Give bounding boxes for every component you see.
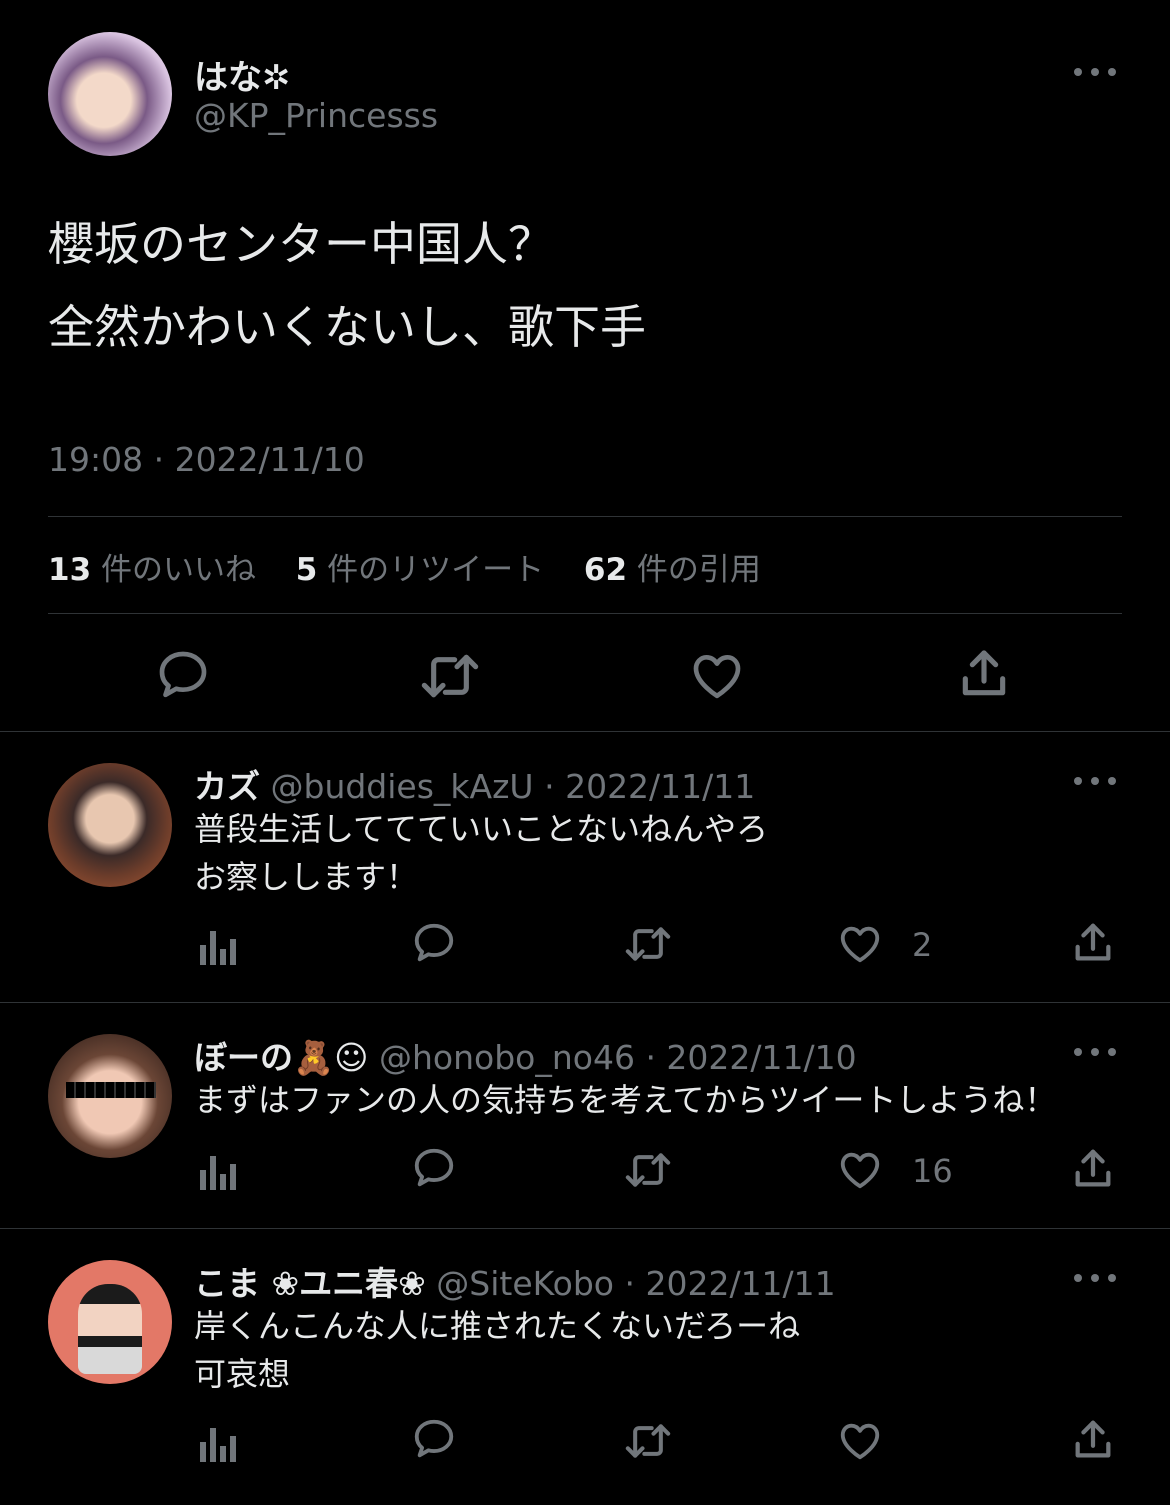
main-more-icon[interactable] bbox=[1074, 66, 1116, 78]
reply-display-name[interactable]: ぼーの🧸☺ bbox=[194, 1038, 369, 1077]
main-like-icon[interactable] bbox=[688, 648, 746, 704]
reply-text: まずはファンの人の気持ちを考えてからツイートしようね！ bbox=[194, 1081, 1057, 1119]
main-timestamp[interactable]: 19:08 · 2022/11/10 bbox=[48, 440, 365, 479]
reply-date[interactable]: · 2022/11/11 bbox=[544, 767, 755, 806]
stats-row: 13 件のいいね 5 件のリツイート 62 件の引用 bbox=[48, 544, 761, 589]
share-icon[interactable] bbox=[1070, 1417, 1116, 1463]
main-display-name[interactable]: はな✲ bbox=[194, 50, 291, 99]
retweet-icon[interactable] bbox=[620, 922, 676, 966]
stats-divider-top bbox=[48, 516, 1122, 517]
quotes-count: 62 bbox=[583, 552, 628, 588]
analytics-icon[interactable] bbox=[198, 925, 240, 965]
reply-text: 岸くんこんな人に推されたくないだろーね 可哀想 bbox=[194, 1307, 801, 1393]
analytics-icon[interactable] bbox=[198, 1150, 240, 1190]
reply-handle[interactable]: @buddies_kAzU bbox=[271, 767, 534, 806]
reply-handle[interactable]: @honobo_no46 bbox=[379, 1038, 635, 1077]
reply-display-name[interactable]: カズ bbox=[194, 767, 260, 806]
reply-text: 普段生活しててていいことないねんやろ お察しします！ bbox=[194, 810, 769, 896]
quotes-stat[interactable]: 62 件の引用 bbox=[584, 552, 761, 588]
reply-more-icon[interactable] bbox=[1074, 1272, 1116, 1284]
reply-date[interactable]: · 2022/11/11 bbox=[624, 1264, 835, 1303]
reply-header: カズ @buddies_kAzU · 2022/11/11 bbox=[194, 760, 755, 808]
retweets-label: 件のリツイート bbox=[327, 552, 545, 588]
reply-icon[interactable] bbox=[410, 1416, 458, 1462]
likes-stat[interactable]: 13 件のいいね bbox=[48, 552, 266, 588]
reply-icon[interactable] bbox=[410, 1145, 458, 1191]
avatar-photo bbox=[78, 1284, 142, 1374]
reply-icon[interactable] bbox=[410, 920, 458, 966]
reply-header: ぼーの🧸☺ @honobo_no46 · 2022/11/10 bbox=[194, 1031, 857, 1079]
divider-main bbox=[0, 731, 1170, 732]
main-avatar[interactable] bbox=[48, 32, 172, 156]
analytics-icon[interactable] bbox=[198, 1422, 240, 1462]
stats-divider-bottom bbox=[48, 613, 1122, 614]
reply-more-icon[interactable] bbox=[1074, 1046, 1116, 1058]
like-icon[interactable] bbox=[836, 1147, 884, 1193]
reply-avatar[interactable] bbox=[48, 1034, 172, 1158]
retweets-stat[interactable]: 5 件のリツイート bbox=[296, 552, 554, 588]
reply-date[interactable]: · 2022/11/10 bbox=[645, 1038, 856, 1077]
like-count: 2 bbox=[912, 926, 933, 964]
reply-header: こま ❀ユニ春❀ @SiteKobo · 2022/11/11 bbox=[194, 1257, 836, 1305]
like-icon[interactable] bbox=[836, 921, 884, 967]
share-icon[interactable] bbox=[1070, 920, 1116, 966]
reply-display-name[interactable]: こま ❀ユニ春❀ bbox=[194, 1264, 426, 1303]
divider-reply-1 bbox=[0, 1002, 1170, 1003]
main-tweet-text-line2: 全然かわいくないし、歌下手 bbox=[48, 300, 646, 354]
quotes-label: 件の引用 bbox=[636, 552, 761, 588]
retweet-icon[interactable] bbox=[620, 1419, 676, 1463]
reply-avatar[interactable] bbox=[48, 763, 172, 887]
likes-count: 13 bbox=[48, 552, 92, 588]
like-count: 16 bbox=[912, 1152, 953, 1190]
pixel-sunglasses bbox=[66, 1082, 156, 1098]
main-retweet-icon[interactable] bbox=[416, 648, 484, 704]
reply-avatar[interactable] bbox=[48, 1260, 172, 1384]
main-handle[interactable]: @KP_Princesss bbox=[194, 96, 438, 135]
reply-handle[interactable]: @SiteKobo bbox=[436, 1264, 614, 1303]
like-icon[interactable] bbox=[836, 1418, 884, 1464]
main-tweet-text-line1: 櫻坂のセンター中国人？ bbox=[48, 217, 554, 271]
main-reply-icon[interactable] bbox=[154, 647, 212, 703]
likes-label: 件のいいね bbox=[101, 552, 256, 588]
retweets-count: 5 bbox=[295, 552, 318, 588]
reply-more-icon[interactable] bbox=[1074, 775, 1116, 787]
share-icon[interactable] bbox=[1070, 1146, 1116, 1192]
divider-reply-2 bbox=[0, 1228, 1170, 1229]
retweet-icon[interactable] bbox=[620, 1148, 676, 1192]
main-share-icon[interactable] bbox=[956, 646, 1012, 702]
